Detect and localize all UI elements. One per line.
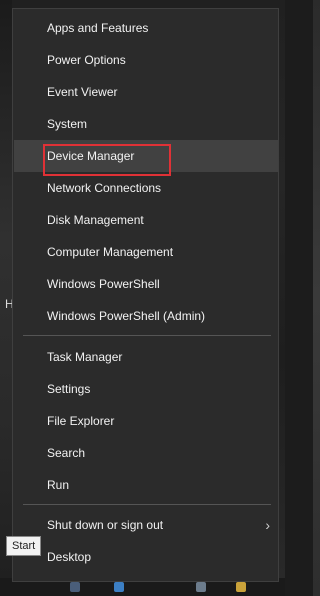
menu-item-run[interactable]: Run bbox=[14, 469, 278, 501]
menu-separator bbox=[23, 504, 271, 505]
menu-item-label: Apps and Features bbox=[47, 21, 149, 35]
menu-item-label: Desktop bbox=[47, 550, 92, 564]
menu-item-task-manager[interactable]: Task Manager bbox=[14, 341, 278, 373]
menu-item-desktop[interactable]: Desktop bbox=[14, 541, 278, 573]
menu-item-label: Search bbox=[47, 446, 86, 460]
menu-item-label: Windows PowerShell (Admin) bbox=[47, 309, 206, 323]
menu-item-label: Computer Management bbox=[47, 245, 174, 259]
menu-item-label: Settings bbox=[47, 382, 91, 396]
menu-item-label: Power Options bbox=[47, 53, 126, 67]
menu-item-apps-and-features[interactable]: Apps and Features bbox=[14, 12, 278, 44]
menu-item-disk-management[interactable]: Disk Management bbox=[14, 204, 278, 236]
menu-item-power-options[interactable]: Power Options bbox=[14, 44, 278, 76]
menu-item-label: System bbox=[47, 117, 88, 131]
menu-item-search[interactable]: Search bbox=[14, 437, 278, 469]
power-user-menu: Apps and Features Power Options Event Vi… bbox=[12, 8, 279, 582]
menu-separator bbox=[23, 335, 271, 336]
menu-item-label: Windows PowerShell bbox=[47, 277, 160, 291]
menu-item-device-manager[interactable]: Device Manager bbox=[14, 140, 278, 172]
menu-item-label: Event Viewer bbox=[47, 85, 118, 99]
taskbar-app-icon[interactable] bbox=[114, 582, 124, 592]
taskbar-app-icon[interactable] bbox=[236, 582, 246, 592]
menu-item-computer-management[interactable]: Computer Management bbox=[14, 236, 278, 268]
menu-item-windows-powershell[interactable]: Windows PowerShell bbox=[14, 268, 278, 300]
taskbar-app-icon[interactable] bbox=[196, 582, 206, 592]
menu-item-system[interactable]: System bbox=[14, 108, 278, 140]
menu-item-windows-powershell-admin[interactable]: Windows PowerShell (Admin) bbox=[14, 300, 278, 332]
menu-item-label: Device Manager bbox=[47, 149, 135, 163]
menu-item-shut-down-or-sign-out[interactable]: Shut down or sign out › bbox=[14, 509, 278, 541]
menu-item-file-explorer[interactable]: File Explorer bbox=[14, 405, 278, 437]
menu-item-label: Shut down or sign out bbox=[47, 518, 164, 532]
start-tooltip: Start bbox=[6, 536, 42, 556]
desktop-right-strip bbox=[313, 0, 320, 596]
menu-item-label: Task Manager bbox=[47, 350, 123, 364]
menu-item-network-connections[interactable]: Network Connections bbox=[14, 172, 278, 204]
menu-item-event-viewer[interactable]: Event Viewer bbox=[14, 76, 278, 108]
menu-item-label: Run bbox=[47, 478, 70, 492]
taskbar-app-icon[interactable] bbox=[70, 582, 80, 592]
menu-item-label: Network Connections bbox=[47, 181, 162, 195]
menu-item-label: Disk Management bbox=[47, 213, 144, 227]
chevron-right-icon: › bbox=[265, 517, 270, 533]
menu-item-settings[interactable]: Settings bbox=[14, 373, 278, 405]
menu-item-label: File Explorer bbox=[47, 414, 115, 428]
